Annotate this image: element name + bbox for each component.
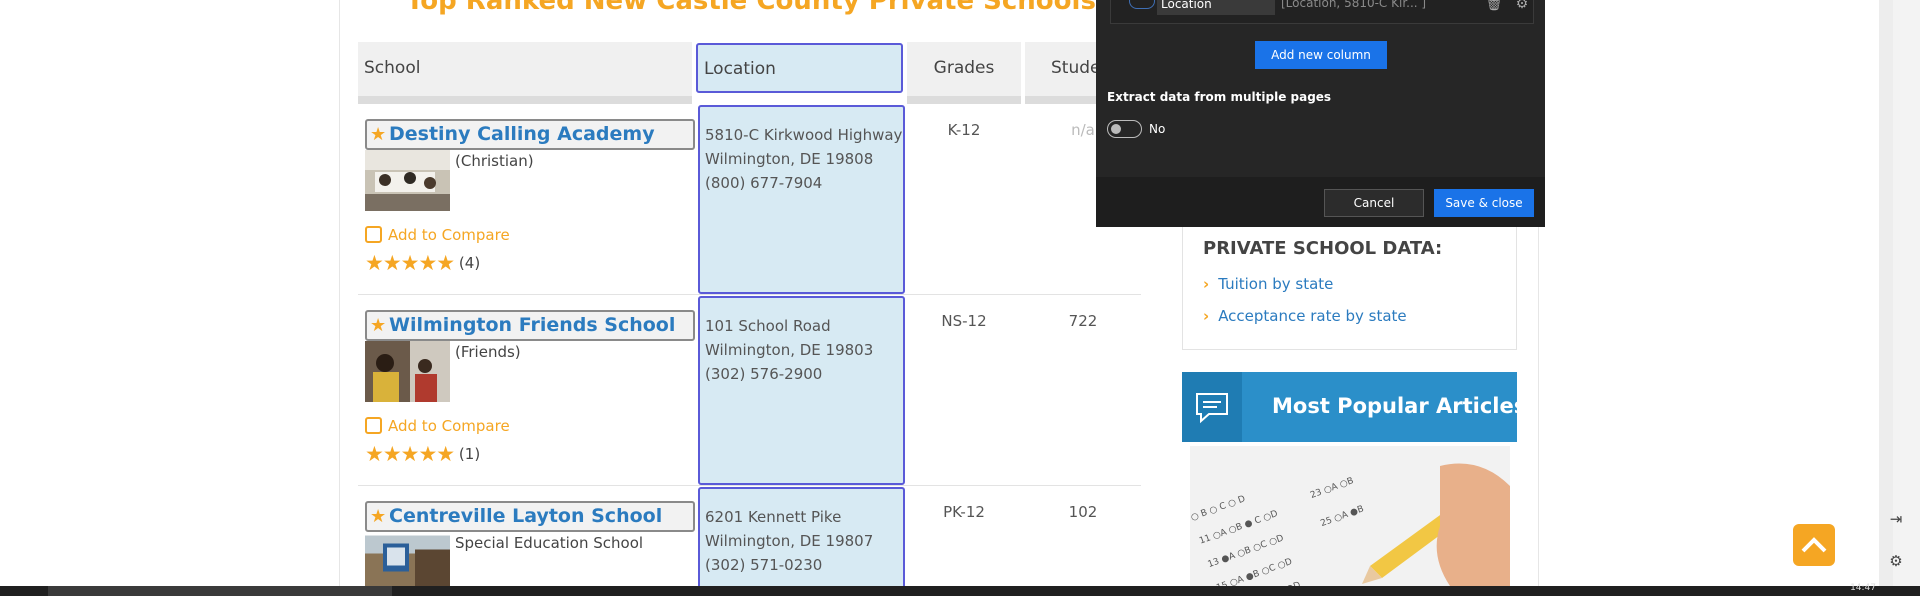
acceptance-link[interactable]: › Acceptance rate by state [1203,307,1407,325]
city-line: Wilmington, DE 19808 [705,150,874,168]
phone: (800) 677-7904 [705,174,823,192]
grades-cell: K-12 [947,121,981,139]
tuition-link[interactable]: › Tuition by state [1203,275,1333,293]
address-line: 6201 Kennett Pike [705,508,842,526]
taskbar: 14:47 [0,583,1920,596]
cancel-button[interactable]: Cancel [1324,189,1424,217]
grades-cell: PK-12 [943,503,985,521]
compare-checkbox[interactable] [365,417,382,434]
favorite-star-icon[interactable]: ★ [370,507,388,525]
rating-count: (1) [458,445,481,463]
compare-label[interactable]: Add to Compare [388,226,510,244]
address-line: 5810-C Kirkwood Highway [705,126,903,144]
panel-toggle-icon[interactable]: ⇥ [1887,511,1905,529]
phone: (302) 571-0230 [705,556,823,574]
rating: ★★★★★ (4) [365,251,480,275]
students-cell: 722 [1068,312,1098,330]
chevron-right-icon: › [1203,307,1210,325]
add-column-button[interactable]: Add new column [1255,41,1387,69]
trash-icon[interactable]: 🗑 [1485,0,1503,13]
scroll-to-top-button[interactable] [1793,524,1835,566]
card-heading: PRIVATE SCHOOL DATA: [1203,238,1443,259]
school-name-box[interactable]: ★ Centreville Layton School [365,501,695,532]
column-header-grades[interactable]: Grades [907,42,1021,104]
save-close-button[interactable]: Save & close [1434,189,1534,217]
school-link[interactable]: Wilmington Friends School [389,314,675,336]
school-link[interactable]: Centreville Layton School [389,505,662,527]
favorite-star-icon[interactable]: ★ [370,125,388,143]
address-line: 101 School Road [705,317,831,335]
school-thumbnail[interactable] [365,532,450,586]
multi-page-value: No [1149,122,1166,136]
multi-page-toggle[interactable] [1107,120,1142,138]
column-header-location[interactable]: Location [696,43,903,93]
link-label[interactable]: Tuition by state [1218,275,1333,293]
favorite-star-icon[interactable]: ★ [370,316,388,334]
column-header-school[interactable]: School [358,42,692,104]
chat-bubble-icon [1182,372,1242,442]
city-line: Wilmington, DE 19803 [705,341,874,359]
location-cell[interactable]: 5810-C Kirkwood Highway Wilmington, DE 1… [698,105,905,294]
private-school-data-card: PRIVATE SCHOOL DATA: › Tuition by state ›… [1182,225,1517,350]
location-cell[interactable]: 101 School Road Wilmington, DE 19803 (30… [698,296,905,485]
add-to-compare[interactable]: Add to Compare [365,226,510,244]
scrollbar[interactable] [1879,0,1893,586]
column-toggle[interactable] [1129,0,1155,9]
row-divider [358,485,1141,486]
add-to-compare[interactable]: Add to Compare [365,417,510,435]
compare-checkbox[interactable] [365,226,382,243]
rating-stars-icon: ★★★★★ [365,251,455,275]
students-cell: 102 [1068,503,1098,521]
school-thumbnail[interactable] [365,341,450,402]
gear-icon[interactable]: ⚙ [1513,0,1531,13]
link-label[interactable]: Acceptance rate by state [1218,307,1406,325]
row-divider [358,294,1141,295]
compare-label[interactable]: Add to Compare [388,417,510,435]
extraction-dialog: Location [Location, 5810-C Kir... ] 🗑 ⚙ … [1096,0,1545,227]
rating-stars-icon: ★★★★★ [365,442,455,466]
column-preview: [Location, 5810-C Kir... ] [1281,0,1427,10]
column-name-input[interactable]: Location [1157,0,1275,15]
popular-articles-header: Most Popular Articles [1182,372,1526,442]
school-link[interactable]: Destiny Calling Academy [389,123,655,145]
location-cell[interactable]: 6201 Kennett Pike Wilmington, DE 19807 (… [698,487,905,596]
city-line: Wilmington, DE 19807 [705,532,874,550]
taskbar-search[interactable] [48,586,392,596]
toggle-knob [1111,124,1121,134]
multi-page-label: Extract data from multiple pages [1107,90,1332,104]
school-affiliation: (Friends) [455,343,521,361]
column-row: Location [Location, 5810-C Kir... ] 🗑 ⚙ [1110,0,1534,24]
school-name-box[interactable]: ★ Wilmington Friends School [365,310,695,341]
grades-cell: NS-12 [941,312,987,330]
dialog-footer: Cancel Save & close [1096,177,1545,227]
school-affiliation: (Christian) [455,152,534,170]
school-affiliation: Special Education School [455,534,644,552]
chevron-up-icon [1801,537,1827,553]
settings-gear-icon[interactable]: ⚙ [1887,553,1905,571]
article-image[interactable]: ○ B ○ C ○ D 11 ○A ○B ● C ○D 13 ●A ○B ○C ○… [1190,446,1510,586]
phone: (302) 576-2900 [705,365,823,383]
chevron-right-icon: › [1203,275,1210,293]
rating: ★★★★★ (1) [365,442,480,466]
school-name-box[interactable]: ★ Destiny Calling Academy [365,119,695,150]
school-thumbnail[interactable] [365,150,450,211]
popular-title: Most Popular Articles [1272,394,1527,418]
rating-count: (4) [458,254,481,272]
clock: 14:47 [1850,583,1876,593]
